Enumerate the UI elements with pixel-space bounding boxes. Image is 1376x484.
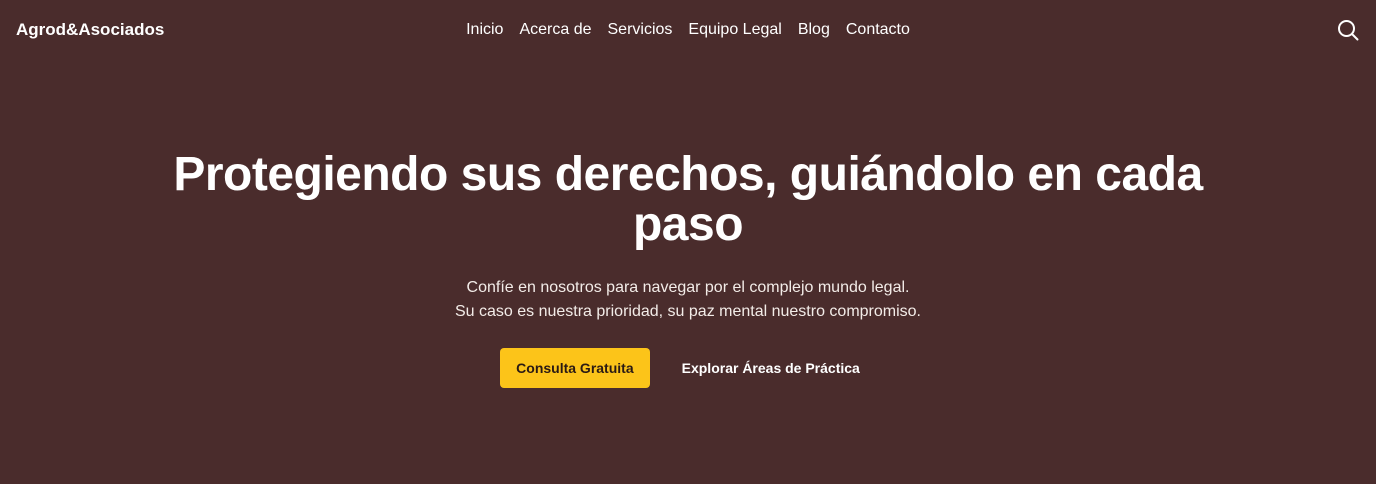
hero-title: Protegiendo sus derechos, guiándolo en c… [173, 148, 1203, 251]
nav-item-contacto[interactable]: Contacto [838, 19, 918, 41]
site-header: Agrod&Asociados Inicio Acerca de Servici… [0, 0, 1376, 60]
nav-item-acerca-de[interactable]: Acerca de [511, 19, 599, 41]
explore-practice-areas-button[interactable]: Explorar Áreas de Práctica [666, 348, 876, 388]
hero-subtitle: Confíe en nosotros para navegar por el c… [338, 276, 1038, 324]
nav-item-equipo-legal[interactable]: Equipo Legal [680, 19, 789, 41]
free-consultation-button[interactable]: Consulta Gratuita [500, 348, 650, 388]
hero-subtitle-line-2: Su caso es nuestra prioridad, su paz men… [454, 303, 921, 320]
main-nav: Inicio Acerca de Servicios Equipo Legal … [0, 19, 1376, 41]
hero-subtitle-line-1: Confíe en nosotros para navegar por el c… [466, 279, 910, 296]
search-icon [1338, 20, 1359, 41]
nav-item-servicios[interactable]: Servicios [600, 19, 681, 41]
hero-cta-row: Consulta Gratuita Explorar Áreas de Prác… [0, 348, 1376, 388]
nav-item-inicio[interactable]: Inicio [458, 19, 511, 41]
hero-section: Protegiendo sus derechos, guiándolo en c… [0, 150, 1376, 388]
search-button[interactable] [1336, 18, 1360, 42]
nav-item-blog[interactable]: Blog [790, 19, 838, 41]
